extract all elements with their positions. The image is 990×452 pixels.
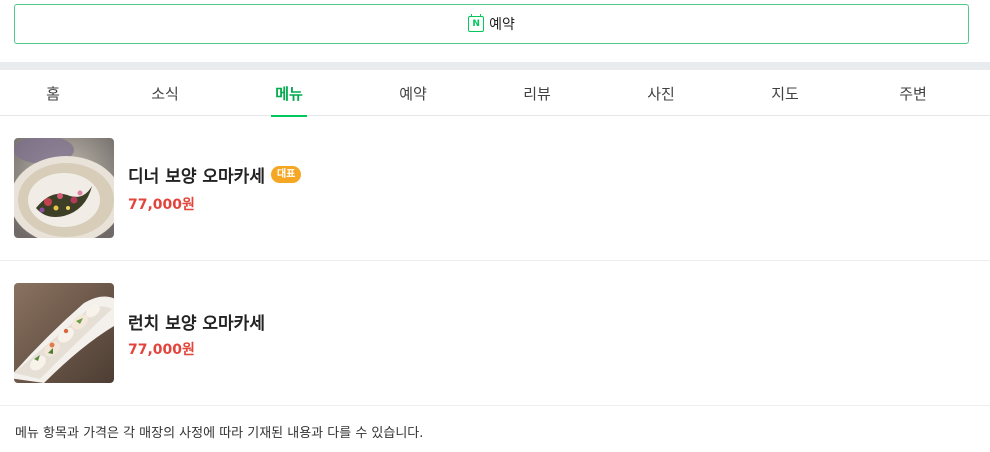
tab-reviews[interactable]: 리뷰 bbox=[507, 70, 567, 116]
menu-name: 디너 보양 오마카세 bbox=[128, 167, 265, 187]
signature-badge: 대표 bbox=[270, 166, 302, 183]
tab-menu[interactable]: 메뉴 bbox=[259, 70, 319, 117]
reserve-section: N 예약 bbox=[0, 0, 990, 62]
tab-reservation[interactable]: 예약 bbox=[383, 70, 443, 116]
naver-n-letter: N bbox=[472, 19, 480, 29]
menu-photo-dinner bbox=[14, 138, 114, 238]
tab-home[interactable]: 홈 bbox=[23, 70, 83, 116]
menu-name-row: 런치 보양 오마카세 bbox=[128, 309, 265, 334]
section-divider bbox=[0, 62, 990, 70]
menu-item-dinner[interactable]: 디너 보양 오마카세 대표 77,000원 bbox=[0, 116, 990, 261]
tab-photos[interactable]: 사진 bbox=[631, 70, 691, 116]
tab-news[interactable]: 소식 bbox=[135, 70, 195, 116]
tab-nearby[interactable]: 주변 bbox=[883, 70, 943, 116]
reserve-button-label: 예약 bbox=[489, 17, 515, 33]
tab-map[interactable]: 지도 bbox=[755, 70, 815, 116]
menu-disclaimer: 메뉴 항목과 가격은 각 매장의 사정에 따라 기재된 내용과 다를 수 있습니… bbox=[15, 426, 424, 441]
menu-photo-lunch bbox=[14, 283, 114, 383]
menu-name: 런치 보양 오마카세 bbox=[128, 314, 265, 334]
place-tabs: 홈 소식 메뉴 예약 리뷰 사진 지도 주변 bbox=[0, 70, 990, 117]
menu-price: 77,000원 bbox=[128, 342, 195, 358]
menu-price: 77,000원 bbox=[128, 197, 195, 213]
menu-item-lunch[interactable]: 런치 보양 오마카세 77,000원 bbox=[0, 261, 990, 406]
reserve-button[interactable]: N 예약 bbox=[14, 4, 969, 44]
naver-calendar-icon: N bbox=[468, 14, 485, 32]
menu-name-row: 디너 보양 오마카세 대표 bbox=[128, 162, 302, 187]
